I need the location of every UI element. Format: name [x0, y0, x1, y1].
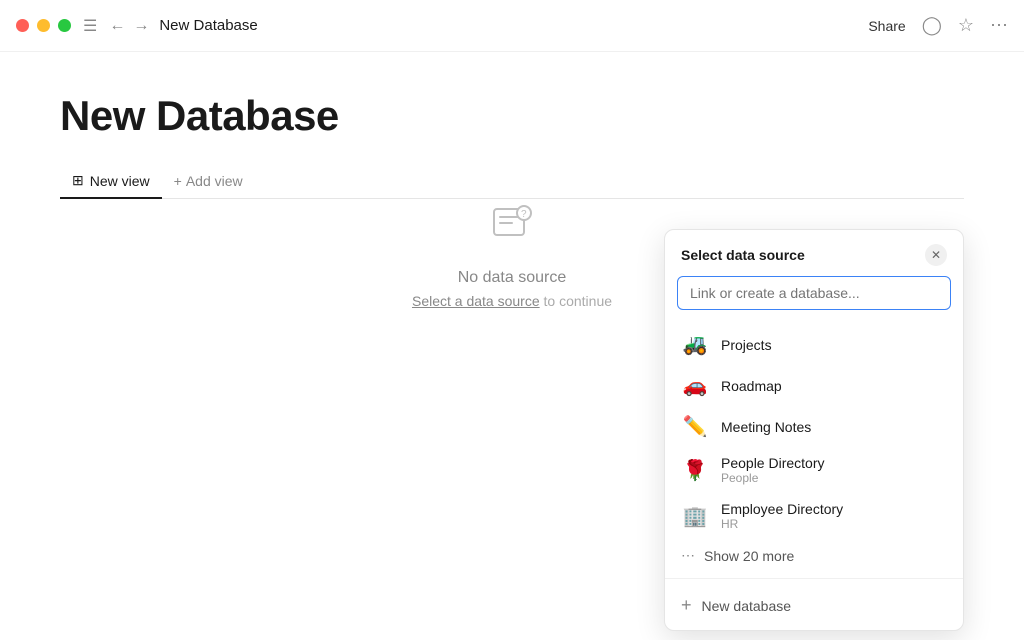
ellipsis-icon: ⋯	[681, 547, 696, 564]
close-panel-button[interactable]: ✕	[925, 244, 947, 266]
history-icon[interactable]: ◯	[922, 15, 942, 36]
no-data-icon: ?	[488, 199, 536, 257]
titlebar-actions: Share ◯ ☆ ⋯	[868, 15, 1008, 36]
show-more-button[interactable]: ⋯ Show 20 more	[665, 539, 963, 572]
search-input[interactable]	[677, 276, 951, 310]
new-database-button[interactable]: + New database	[665, 585, 963, 626]
no-data-subtitle: Select a data source to continue	[412, 293, 612, 309]
people-directory-emoji: 🌹	[681, 458, 709, 483]
hamburger-icon[interactable]: ☰	[83, 16, 97, 36]
main-area: ? No data source Select a data source to…	[60, 199, 964, 640]
employee-directory-emoji: 🏢	[681, 504, 709, 529]
item-sub: People	[721, 471, 825, 485]
back-arrow-icon[interactable]: ←	[109, 17, 125, 35]
new-database-label: New database	[702, 598, 792, 614]
page-title: New Database	[60, 92, 964, 140]
item-info: People Directory People	[721, 455, 825, 485]
list-item[interactable]: 🏢 Employee Directory HR	[665, 493, 963, 539]
star-icon[interactable]: ☆	[958, 15, 974, 36]
dropdown-title: Select data source	[681, 247, 805, 263]
tabs-bar: ⊞ New view + Add view	[60, 164, 964, 199]
divider	[665, 578, 963, 579]
item-name: Employee Directory	[721, 501, 843, 517]
search-wrapper	[665, 276, 963, 320]
add-view-label: Add view	[186, 173, 243, 189]
list-item[interactable]: 🚜 Projects	[665, 324, 963, 365]
share-button[interactable]: Share	[868, 18, 905, 34]
show-more-label: Show 20 more	[704, 548, 794, 564]
main-content: New Database ⊞ New view + Add view ? No …	[0, 52, 1024, 640]
no-data-title: No data source	[458, 269, 567, 287]
tab-label: New view	[90, 173, 150, 189]
item-info: Roadmap	[721, 378, 782, 394]
traffic-lights	[16, 19, 71, 32]
item-info: Projects	[721, 337, 772, 353]
plus-icon: +	[681, 595, 692, 616]
more-options-icon[interactable]: ⋯	[990, 15, 1008, 36]
meeting-notes-emoji: ✏️	[681, 414, 709, 439]
projects-emoji: 🚜	[681, 332, 709, 357]
roadmap-emoji: 🚗	[681, 373, 709, 398]
item-name: Projects	[721, 337, 772, 353]
item-name: Roadmap	[721, 378, 782, 394]
svg-text:?: ?	[521, 209, 527, 220]
nav-arrows: ← →	[109, 17, 149, 35]
list-item[interactable]: 🚗 Roadmap	[665, 365, 963, 406]
close-button[interactable]	[16, 19, 29, 32]
dropdown-list: 🚜 Projects 🚗 Roadmap ✏️ Meeting Notes	[665, 320, 963, 630]
list-item[interactable]: 🌹 People Directory People	[665, 447, 963, 493]
dropdown-header: Select data source ✕	[665, 230, 963, 276]
item-sub: HR	[721, 517, 843, 531]
no-data-subtitle-after: to continue	[540, 293, 612, 309]
add-view-button[interactable]: + Add view	[162, 165, 255, 197]
item-name: Meeting Notes	[721, 419, 811, 435]
plus-icon: +	[174, 173, 182, 189]
select-data-source-panel: Select data source ✕ 🚜 Projects 🚗 Roadma…	[664, 229, 964, 631]
tab-new-view[interactable]: ⊞ New view	[60, 164, 162, 199]
table-icon: ⊞	[72, 172, 84, 189]
select-data-source-link[interactable]: Select a data source	[412, 293, 540, 309]
item-info: Meeting Notes	[721, 419, 811, 435]
titlebar: ☰ ← → New Database Share ◯ ☆ ⋯	[0, 0, 1024, 52]
maximize-button[interactable]	[58, 19, 71, 32]
item-name: People Directory	[721, 455, 825, 471]
forward-arrow-icon[interactable]: →	[133, 17, 149, 35]
titlebar-title: New Database	[159, 17, 868, 34]
minimize-button[interactable]	[37, 19, 50, 32]
item-info: Employee Directory HR	[721, 501, 843, 531]
list-item[interactable]: ✏️ Meeting Notes	[665, 406, 963, 447]
